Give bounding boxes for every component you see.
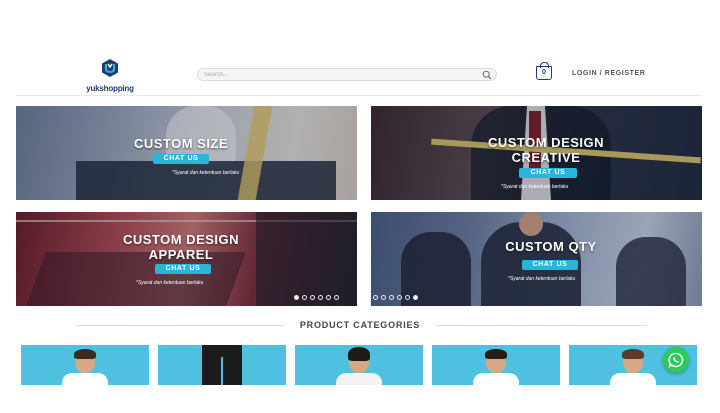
banner-title: CUSTOM QTY xyxy=(505,239,597,254)
banner-title-line1: CUSTOM DESIGN xyxy=(122,232,240,247)
banner-title: CUSTOM SIZE xyxy=(133,136,229,151)
category-card[interactable] xyxy=(432,345,560,385)
site-header: yukshopping 0 LOGIN / REGISTER xyxy=(0,0,720,96)
slider-dot[interactable] xyxy=(318,295,323,300)
category-card[interactable] xyxy=(158,345,286,385)
slider-dot[interactable] xyxy=(334,295,339,300)
slider-dot[interactable] xyxy=(302,295,307,300)
banner-title-line2: APPAREL xyxy=(148,247,214,262)
banner-overlay xyxy=(16,106,357,200)
chat-us-button[interactable]: CHAT US xyxy=(153,154,209,164)
chat-us-button[interactable]: CHAT US xyxy=(519,168,577,178)
chat-us-button[interactable]: CHAT US xyxy=(522,260,578,270)
category-card[interactable] xyxy=(21,345,149,385)
category-image xyxy=(485,349,507,359)
cart-icon[interactable]: 0 xyxy=(536,62,552,80)
section-divider xyxy=(435,325,647,326)
header-divider xyxy=(16,95,702,96)
banner-custom-design-apparel[interactable]: CUSTOM DESIGN APPAREL CHAT US *Syarat da… xyxy=(16,212,357,306)
category-image xyxy=(622,349,644,359)
whatsapp-icon xyxy=(668,352,684,368)
slider-dot[interactable] xyxy=(405,295,410,300)
slider-dot[interactable] xyxy=(389,295,394,300)
login-register-link[interactable]: LOGIN / REGISTER xyxy=(572,70,645,77)
banner-title-line2: CREATIVE xyxy=(511,150,581,165)
banner-custom-design-creative[interactable]: CUSTOM DESIGN CREATIVE CHAT US *Syarat d… xyxy=(371,106,702,200)
terms-note: *Syarat dan ketentuan berlaku xyxy=(172,170,240,176)
category-image xyxy=(74,349,96,359)
category-image xyxy=(610,373,656,385)
slider-dot[interactable] xyxy=(413,295,418,300)
banner-title-line1: CUSTOM DESIGN xyxy=(487,135,605,150)
search-icon[interactable] xyxy=(482,70,492,80)
slider-dot[interactable] xyxy=(326,295,331,300)
logo-text: yukshopping xyxy=(86,84,134,93)
banner-custom-size[interactable]: CUSTOM SIZE CHAT US *Syarat dan ketentua… xyxy=(16,106,357,200)
category-image xyxy=(348,347,370,361)
logo-icon xyxy=(102,59,118,77)
category-image xyxy=(336,373,382,385)
banner-overlay xyxy=(371,212,702,306)
slider-dot[interactable] xyxy=(397,295,402,300)
category-image xyxy=(62,373,108,385)
slider-dot[interactable] xyxy=(373,295,378,300)
whatsapp-button[interactable] xyxy=(663,347,689,373)
terms-note: *Syarat dan ketentuan berlaku xyxy=(136,280,204,286)
category-card[interactable] xyxy=(295,345,423,385)
terms-note: *Syarat dan ketentuan berlaku xyxy=(508,276,576,282)
terms-note: *Syarat dan ketentuan berlaku xyxy=(501,184,569,190)
cart-count: 0 xyxy=(542,69,546,76)
slider-dot[interactable] xyxy=(381,295,386,300)
search-bar xyxy=(197,68,497,81)
search-input[interactable] xyxy=(204,70,474,80)
banner-custom-qty[interactable]: CUSTOM QTY CHAT US *Syarat dan ketentuan… xyxy=(371,212,702,306)
site-logo[interactable]: yukshopping xyxy=(82,58,138,93)
slider-dot[interactable] xyxy=(310,295,315,300)
category-image xyxy=(202,345,242,385)
slider-dots xyxy=(373,295,418,300)
category-image xyxy=(473,373,519,385)
slider-dots xyxy=(294,295,339,300)
chat-us-button[interactable]: CHAT US xyxy=(155,264,211,274)
slider-dot[interactable] xyxy=(294,295,299,300)
